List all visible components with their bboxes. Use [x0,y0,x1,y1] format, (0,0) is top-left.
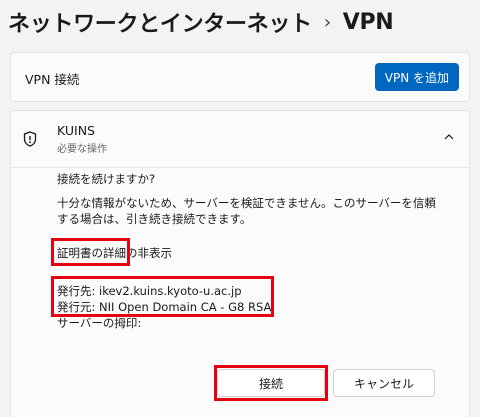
vpn-connections-card: VPN 接続 VPN を追加 [10,52,470,102]
breadcrumb-separator-icon: › [323,11,331,33]
vpn-connection-panel: KUINS 必要な操作 接続を続けますか? 十分な情報がないため、サーバーを検証… [10,110,470,417]
cancel-button[interactable]: キャンセル [333,369,435,397]
vpn-connections-label: VPN 接続 [25,72,80,87]
page-title: VPN [342,9,394,35]
vpn-connection-header[interactable]: KUINS 必要な操作 [11,111,469,168]
chevron-up-icon[interactable] [443,132,455,142]
verification-message: 十分な情報がないため、サーバーを検証できません。このサーバーを信頼する場合は、引… [57,196,436,226]
breadcrumb-parent[interactable]: ネットワークとインターネット [8,6,312,38]
connection-status: 必要な操作 [57,144,107,155]
issued-by: 発行元: NII Open Domain CA - G8 RSA [57,300,272,314]
connect-button[interactable]: 接続 [217,369,325,397]
continue-prompt: 接続を続けますか? [57,172,156,186]
connection-name: KUINS [57,123,95,138]
certificate-details-toggle[interactable]: 証明書の詳細の非表示 [57,245,172,261]
issued-to: 発行先: ikev2.kuins.kyoto-u.ac.jp [57,284,242,298]
breadcrumb: ネットワークとインターネット › VPN [8,4,394,40]
server-thumbprint: サーバーの拇印: [57,316,142,330]
shield-icon [23,131,37,147]
add-vpn-button[interactable]: VPN を追加 [374,63,459,91]
